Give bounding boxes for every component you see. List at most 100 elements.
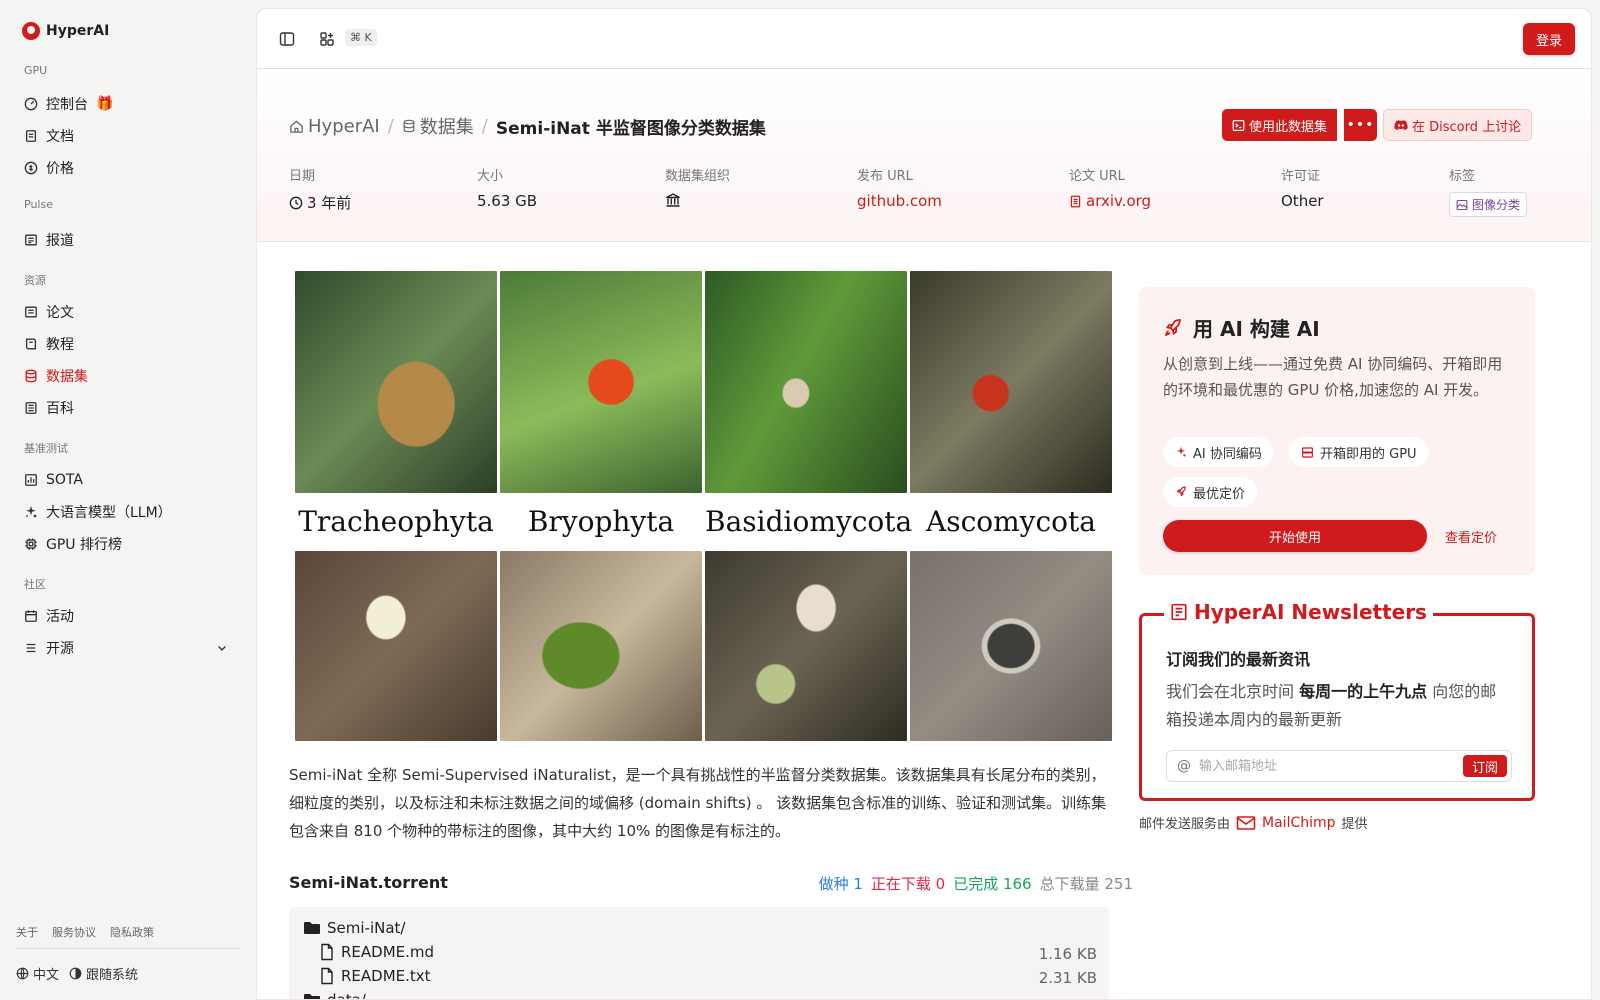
- build-ai-heading: 用 AI 构建 AI: [1163, 313, 1320, 342]
- folder-icon: [303, 992, 321, 999]
- category-label: Basidiomycota: [705, 505, 913, 538]
- group-label-gpu: GPU: [24, 64, 48, 77]
- theme-switch[interactable]: 跟随系统: [69, 964, 138, 983]
- gift-icon: 🎁: [96, 96, 114, 112]
- newsletter-body-prefix: 我们会在北京时间: [1166, 682, 1300, 701]
- brand[interactable]: HyperAI: [22, 22, 109, 40]
- mail-note-prefix: 邮件发送服务由: [1139, 817, 1231, 832]
- database-icon: [402, 119, 416, 133]
- sidebar-item-open-source[interactable]: 开源: [16, 634, 240, 662]
- file-row[interactable]: README.md: [319, 943, 434, 961]
- file-row-folder[interactable]: data/: [303, 991, 366, 999]
- discord-discuss-button[interactable]: 在 Discord 上讨论: [1383, 109, 1533, 141]
- chip-best-price[interactable]: 最优定价: [1163, 477, 1258, 507]
- completed-count: 已完成 166: [953, 875, 1032, 893]
- sidebar-item-console[interactable]: 控制台 🎁: [16, 90, 240, 118]
- get-started-button[interactable]: 开始使用: [1163, 520, 1427, 552]
- language-switch[interactable]: 中文: [16, 964, 59, 983]
- sidebar-item-wiki[interactable]: 百科: [16, 394, 240, 422]
- downloading-count: 正在下载 0: [870, 875, 946, 893]
- ellipsis-icon: •••: [1346, 117, 1375, 133]
- chip-label: 开箱即用的 GPU: [1320, 446, 1417, 462]
- email-subscribe-form: @ 订阅: [1166, 750, 1512, 782]
- sidebar-item-datasets[interactable]: 数据集: [16, 362, 240, 390]
- meta-release-label: 发布 URL: [857, 169, 913, 184]
- chip-ai-coding[interactable]: AI 协同编码: [1163, 437, 1274, 467]
- file-row-folder[interactable]: Semi-iNat/: [303, 919, 405, 937]
- file-size: 2.31 KB: [1038, 969, 1097, 987]
- file-name: README.txt: [341, 967, 431, 985]
- folder-icon: [303, 920, 321, 936]
- breadcrumb-datasets[interactable]: 数据集: [402, 113, 474, 139]
- email-input[interactable]: [1199, 758, 1463, 774]
- rocket-icon: [1163, 318, 1183, 338]
- mail-provider-note: 邮件发送服务由 MailChimp 提供: [1139, 813, 1368, 833]
- command-shortcut[interactable]: ⌘ K: [345, 29, 377, 46]
- category-label: Bryophyta: [527, 505, 675, 538]
- sidebar-item-news[interactable]: 报道: [16, 226, 240, 254]
- use-dataset-button[interactable]: 使用此数据集: [1222, 109, 1338, 141]
- file-icon: [319, 943, 335, 961]
- tag-image-classification[interactable]: 图像分类: [1449, 192, 1528, 217]
- sidebar-item-gpu-leaderboard[interactable]: GPU 排行榜: [16, 530, 240, 558]
- breadcrumb-home[interactable]: HyperAI: [289, 116, 380, 137]
- discord-label: 在 Discord 上讨论: [1412, 119, 1522, 135]
- list-icon: [24, 641, 38, 655]
- newsletter-title: HyperAI Newsletters: [1194, 600, 1427, 624]
- subscribe-button[interactable]: 订阅: [1463, 755, 1507, 777]
- chip-ready-gpu[interactable]: 开箱即用的 GPU: [1289, 437, 1429, 467]
- build-ai-body: 从创意到上线——通过免费 AI 协同编码、开箱即用的环境和最优惠的 GPU 价格…: [1163, 355, 1503, 399]
- meta-release-url: 发布 URL github.com: [857, 165, 942, 210]
- release-url-link[interactable]: github.com: [857, 192, 942, 210]
- image-moss: [500, 551, 702, 741]
- meta-org: 数据集组织: [665, 165, 730, 208]
- sidebar-item-label: 大语言模型（LLM）: [46, 505, 172, 521]
- mailchimp-link[interactable]: MailChimp: [1262, 815, 1336, 831]
- mail-note-suffix: 提供: [1341, 817, 1368, 832]
- database-icon: [24, 369, 38, 383]
- build-ai-card: 用 AI 构建 AI 从创意到上线——通过免费 AI 协同编码、开箱即用的环境和…: [1139, 287, 1535, 575]
- document-icon: [1069, 195, 1082, 208]
- terms-link[interactable]: 服务协议: [52, 924, 96, 940]
- terminal-icon: [1232, 119, 1245, 132]
- more-actions-button[interactable]: •••: [1344, 109, 1377, 141]
- apps-grid-icon[interactable]: [319, 31, 335, 47]
- privacy-link[interactable]: 隐私政策: [110, 924, 154, 940]
- meta-date-label: 日期: [289, 169, 316, 184]
- chevron-down-icon[interactable]: [216, 642, 228, 654]
- gauge-icon: [24, 97, 38, 111]
- sidebar-item-papers[interactable]: 论文: [16, 298, 240, 326]
- sidebar-item-llm[interactable]: 大语言模型（LLM）: [16, 498, 240, 526]
- sidebar: HyperAI GPU 控制台 🎁 文档 价格 Pulse 报道 资源 论文 教…: [0, 0, 256, 1000]
- file-row[interactable]: README.txt: [319, 967, 431, 985]
- about-link[interactable]: 关于: [16, 924, 38, 940]
- sidebar-item-events[interactable]: 活动: [16, 602, 240, 630]
- meta-date-value-row: 3 年前: [289, 192, 351, 213]
- login-button[interactable]: 登录: [1522, 23, 1575, 55]
- paper-url-link[interactable]: arxiv.org: [1069, 192, 1151, 210]
- file-tree: Semi-iNat/ README.md 1.16 KB README.txt …: [289, 907, 1109, 999]
- view-pricing-link[interactable]: 查看定价: [1445, 527, 1497, 546]
- file-name: README.md: [341, 943, 435, 961]
- image-mushrooms: [705, 551, 907, 741]
- sidebar-item-tutorials[interactable]: 教程: [16, 330, 240, 358]
- sidebar-item-label: 控制台: [46, 97, 88, 113]
- total-downloads: 总下载量 251: [1039, 875, 1133, 893]
- sidebar-toggle-icon[interactable]: [279, 31, 295, 47]
- meta-paper-url: 论文 URL arxiv.org: [1069, 165, 1151, 210]
- calendar-icon: [24, 609, 38, 623]
- meta-size-label: 大小: [477, 169, 504, 184]
- language-label: 中文: [33, 968, 60, 983]
- chart-icon: [24, 473, 38, 487]
- sidebar-item-label: 百科: [46, 401, 74, 417]
- sidebar-item-docs[interactable]: 文档: [16, 122, 240, 150]
- document-icon: [24, 129, 38, 143]
- newsletter-body: 我们会在北京时间 每周一的上午九点 向您的邮箱投递本周内的最新更新: [1166, 678, 1512, 734]
- newsletter-body-bold: 每周一的上午九点: [1299, 682, 1428, 701]
- contrast-icon: [69, 967, 82, 980]
- sidebar-item-sota[interactable]: SOTA: [16, 466, 240, 494]
- image-red-bird: [500, 271, 702, 493]
- group-label-resources: 资源: [24, 274, 46, 287]
- sidebar-item-pricing[interactable]: 价格: [16, 154, 240, 182]
- newsletter-heading: HyperAI Newsletters: [1164, 600, 1433, 624]
